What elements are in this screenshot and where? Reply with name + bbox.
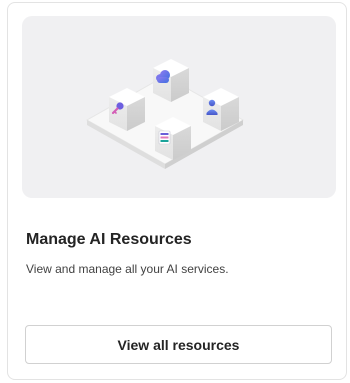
hero-illustration [22, 16, 336, 198]
dashboard-icon [158, 130, 171, 145]
key-tile [109, 88, 145, 131]
view-all-resources-button[interactable]: View all resources [25, 325, 332, 364]
resources-card: Manage AI Resources View and manage all … [7, 2, 347, 380]
card-title: Manage AI Resources [26, 231, 192, 248]
card-description: View and manage all your AI services. [26, 262, 229, 276]
cloud-tile [153, 59, 189, 102]
isometric-illustration [85, 59, 245, 169]
dashboard-tile [155, 117, 191, 160]
person-tile [203, 88, 239, 131]
